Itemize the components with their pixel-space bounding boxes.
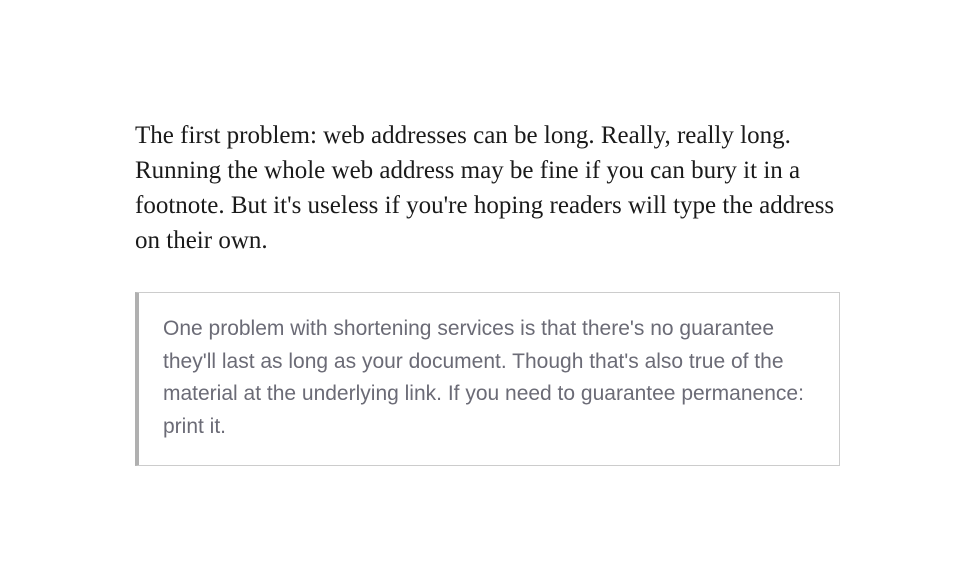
note-callout: One problem with shortening services is … — [135, 292, 840, 466]
note-text: One problem with shortening services is … — [163, 313, 815, 443]
main-paragraph: The first problem: web addresses can be … — [135, 118, 840, 258]
